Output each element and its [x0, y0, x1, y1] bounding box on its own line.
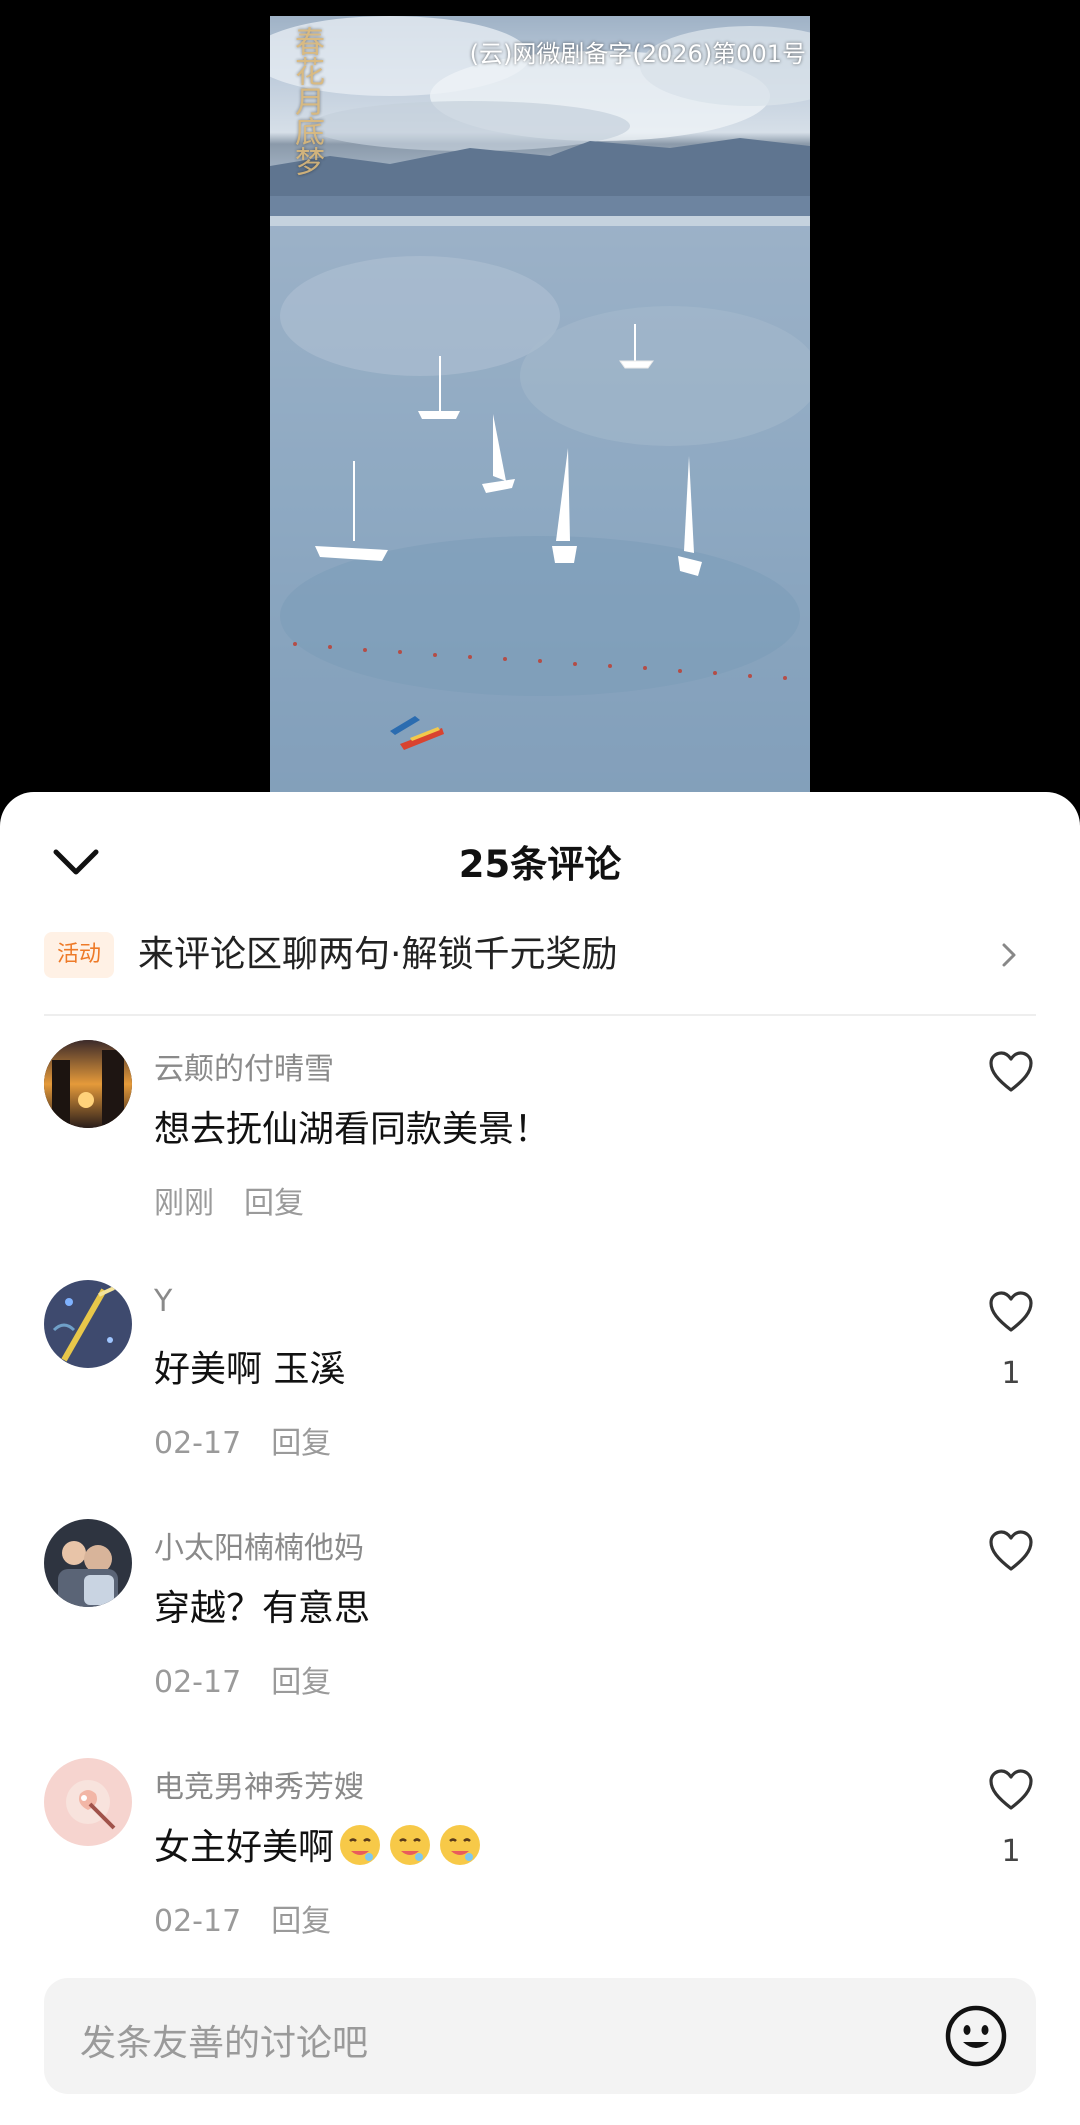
comment-time: 02-17	[154, 1904, 242, 1939]
comment-sheet: 25条评论 活动 来评论区聊两句·解锁千元奖励 云颠的付晴雪 想去抚仙湖看同款美…	[0, 792, 1080, 2125]
comment-username[interactable]: 电竞男神秀芳嫂	[154, 1762, 364, 1806]
comment-username[interactable]: Y	[154, 1284, 172, 1319]
comment-input[interactable]: 发条友善的讨论吧	[44, 1978, 1036, 2094]
activity-text: 来评论区聊两句·解锁千元奖励	[138, 934, 618, 975]
video-title-art: 春花月底梦	[289, 26, 324, 176]
comment-item: 小太阳楠楠他妈 穿越？有意思 02-17 回复	[0, 1519, 1080, 1757]
reply-button[interactable]: 回复	[271, 1426, 331, 1461]
like-count: 1	[1001, 1356, 1021, 1391]
smiley-icon[interactable]	[944, 2004, 1008, 2068]
avatar[interactable]	[44, 1280, 132, 1368]
reply-button[interactable]: 回复	[244, 1186, 304, 1221]
comment-text: 女主好美啊	[154, 1818, 484, 1870]
comment-meta: 刚刚 回复	[154, 1178, 304, 1222]
comment-text: 好美啊 玉溪	[154, 1349, 346, 1390]
comment-input-placeholder: 发条友善的讨论吧	[80, 2023, 369, 2064]
reply-button[interactable]: 回复	[271, 1665, 331, 1700]
comment-meta: 02-17 回复	[154, 1896, 331, 1940]
comment-time: 02-17	[154, 1426, 242, 1461]
comment-time: 刚刚	[154, 1186, 214, 1221]
sheet-header: 25条评论	[0, 792, 1080, 932]
activity-badge: 活动	[44, 932, 114, 978]
like-count: 1	[1001, 1834, 1021, 1869]
heart-icon[interactable]	[988, 1050, 1034, 1094]
comment-meta: 02-17 回复	[154, 1418, 331, 1462]
comment-meta: 02-17 回复	[154, 1657, 331, 1701]
comment-text-content: 女主好美啊	[154, 1827, 335, 1868]
avatar[interactable]	[44, 1040, 132, 1128]
comment-count-title: 25条评论	[458, 843, 622, 886]
license-watermark: (云)网微剧备字(2026)第001号	[469, 40, 806, 68]
comment-item: 电竞男神秀芳嫂 女主好美啊 02-17 回复 1	[0, 1758, 1080, 1996]
drooling-face-emoji	[390, 1825, 431, 1865]
comment-item: 云颠的付晴雪 想去抚仙湖看同款美景！ 刚刚 回复	[0, 1040, 1080, 1278]
avatar[interactable]	[44, 1519, 132, 1607]
heart-icon[interactable]	[988, 1529, 1034, 1573]
reply-button[interactable]: 回复	[271, 1904, 331, 1939]
heart-icon[interactable]	[988, 1290, 1034, 1334]
comment-item: Y 好美啊 玉溪 02-17 回复 1	[0, 1280, 1080, 1518]
avatar[interactable]	[44, 1758, 132, 1846]
comment-username[interactable]: 云颠的付晴雪	[154, 1044, 334, 1088]
video-player[interactable]: 春花月底梦 (云)网微剧备字(2026)第001号	[270, 16, 810, 792]
comment-text: 想去抚仙湖看同款美景！	[154, 1109, 551, 1150]
video-frame	[270, 16, 810, 792]
heart-icon[interactable]	[988, 1768, 1034, 1812]
drooling-face-emoji	[340, 1825, 381, 1865]
comment-username[interactable]: 小太阳楠楠他妈	[154, 1523, 364, 1567]
drooling-face-emoji	[440, 1825, 481, 1865]
comment-text: 穿越？有意思	[154, 1588, 371, 1629]
divider	[44, 1014, 1036, 1016]
comment-time: 02-17	[154, 1665, 242, 1700]
activity-banner[interactable]: 活动 来评论区聊两句·解锁千元奖励	[44, 932, 1036, 1008]
chevron-right-icon	[994, 940, 1024, 970]
